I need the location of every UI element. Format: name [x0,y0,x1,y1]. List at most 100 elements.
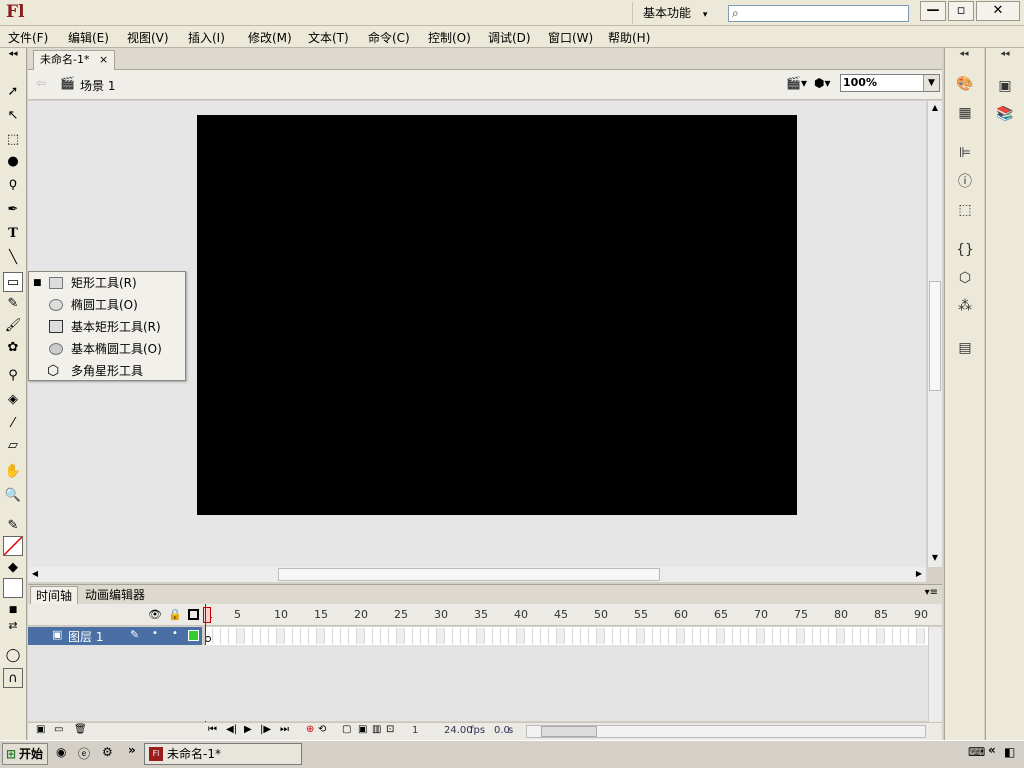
frame-cell[interactable] [293,628,301,644]
properties-icon[interactable]: ▣ [994,76,1016,96]
swap-colors-icon[interactable]: ⇄ [3,616,23,636]
frame-cell[interactable] [245,628,253,644]
frame-cell[interactable] [413,628,421,644]
workspace-switcher[interactable]: 基本功能 ▾ [632,2,714,24]
frame-cell[interactable] [397,628,405,644]
frame-cell[interactable] [677,628,685,644]
frame-cell[interactable] [621,628,629,644]
frame-cell[interactable] [237,628,245,644]
frame-cell[interactable] [773,628,781,644]
components-icon[interactable]: ⬡ [954,268,976,288]
frame-cell[interactable] [509,628,517,644]
frame-cell[interactable] [277,628,285,644]
frame-cell[interactable] [597,628,605,644]
onion-skin-outlines-icon[interactable]: ▣ [358,724,367,735]
menu-insert[interactable]: 插入(I) [188,29,225,46]
popup-item-polystar[interactable]: ⬡ 多角星形工具 [29,360,185,382]
new-layer-icon[interactable]: ▣ [36,724,45,735]
frame-cell[interactable] [229,628,237,644]
snap-to-objects-icon[interactable]: ∩ [3,668,23,688]
popup-item-oval[interactable]: 椭圆工具(O) [29,294,185,316]
scroll-left-icon[interactable]: ◀ [28,567,42,581]
frame-cell[interactable] [781,628,789,644]
frame-cell[interactable] [325,628,333,644]
frame-cell[interactable] [765,628,773,644]
frame-cell[interactable] [405,628,413,644]
frame-cell[interactable] [525,628,533,644]
frame-cell[interactable] [853,628,861,644]
timeline-horizontal-scrollbar[interactable] [526,725,926,738]
frame-cell[interactable] [901,628,909,644]
frame-cell[interactable] [661,628,669,644]
frame-cell[interactable] [741,628,749,644]
frame-cell[interactable] [893,628,901,644]
frame-cell[interactable] [461,628,469,644]
frame-cell[interactable] [501,628,509,644]
loop-icon[interactable]: ⟲ [318,724,326,735]
paint-bucket-tool-icon[interactable]: ◈ [3,390,23,410]
motion-presets-icon[interactable]: ⁂ [954,296,976,316]
modify-onion-markers-icon[interactable]: ⊡ [386,724,394,735]
frame-cell[interactable] [725,628,733,644]
frame-cell[interactable] [469,628,477,644]
hand-tool-icon[interactable]: ✋ [3,462,23,482]
edit-multiple-frames-icon[interactable]: ▥ [372,724,381,735]
project-icon[interactable]: ▤ [954,338,976,358]
frame-cell[interactable] [861,628,869,644]
frame-cell[interactable] [789,628,797,644]
delete-layer-icon[interactable]: 🗑 [74,724,87,735]
frame-cell[interactable] [845,628,853,644]
edit-scene-icon[interactable]: 🎬▾ [786,76,807,90]
frame-cell[interactable] [909,628,917,644]
fps-value[interactable]: 24.00 [444,725,473,736]
frame-cell[interactable] [485,628,493,644]
horizontal-scrollbar[interactable]: ◀ ▶ [28,567,926,582]
color-palette-icon[interactable]: 🎨 [954,74,976,94]
scene-label[interactable]: 场景 1 [80,77,115,94]
frame-cell[interactable] [821,628,829,644]
eraser-tool-icon[interactable]: ▱ [3,436,23,456]
frame-cell[interactable] [253,628,261,644]
bone-tool-icon[interactable]: ⚲ [3,366,23,386]
layer-name[interactable]: 图层 1 [68,628,103,645]
frame-cell[interactable] [645,628,653,644]
chevron-down-icon[interactable]: ▼ [923,75,939,91]
frame-cell[interactable] [453,628,461,644]
frame-cell[interactable] [381,628,389,644]
taskbar-item-flash[interactable]: Fl 未命名-1* [144,743,302,765]
lock-dot-icon[interactable]: • [172,628,178,639]
frame-cell[interactable] [541,628,549,644]
menu-help[interactable]: 帮助(H) [608,29,650,46]
frame-cell[interactable] [333,628,341,644]
restore-button[interactable]: ▫ [948,1,974,21]
minimize-button[interactable]: — [920,1,946,21]
zoom-select[interactable]: 100% ▼ [840,74,940,92]
frame-cell[interactable] [213,628,221,644]
frame-cell[interactable] [669,628,677,644]
layer-outline-color-swatch[interactable] [188,630,199,641]
vertical-scroll-thumb[interactable] [929,281,941,391]
frame-cell[interactable] [717,628,725,644]
tray-expand-icon[interactable]: « [988,743,996,757]
frame-cell[interactable] [797,628,805,644]
menu-file[interactable]: 文件(F) [8,29,48,46]
frame-cell[interactable] [557,628,565,644]
frame-cell[interactable] [629,628,637,644]
popup-item-rectangle[interactable]: ■ 矩形工具(R) [29,272,185,294]
frame-cell[interactable] [565,628,573,644]
frame-cell[interactable] [365,628,373,644]
play-icon[interactable]: ▶ [244,724,252,735]
frame-cell[interactable] [341,628,349,644]
frame-cell[interactable] [693,628,701,644]
frame-cell[interactable] [261,628,269,644]
zoom-tool-icon[interactable]: 🔍 [3,486,23,506]
frame-cell[interactable] [477,628,485,644]
fill-color-icon[interactable]: ◆ [3,558,23,578]
frame-cell[interactable] [573,628,581,644]
object-drawing-icon[interactable]: ◯ [3,646,23,666]
scroll-right-icon[interactable]: ▶ [912,567,926,581]
frame-cell[interactable] [549,628,557,644]
visibility-dot-icon[interactable]: • [152,628,158,639]
frame-cell[interactable] [349,628,357,644]
help-search-input[interactable]: ⌕ [728,5,909,22]
